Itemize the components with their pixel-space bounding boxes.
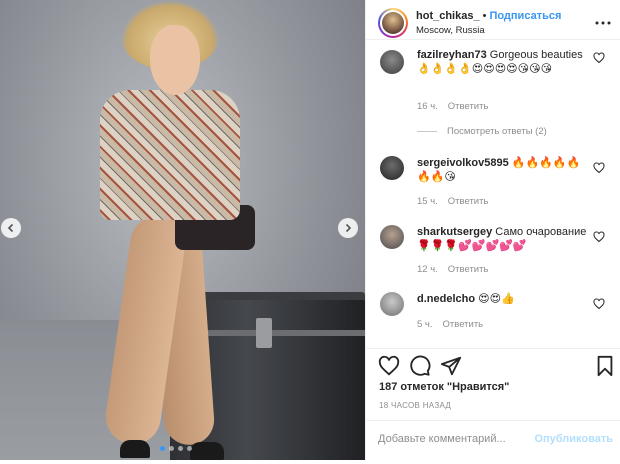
post-header: hot_chikas_ • Подписаться Moscow, Russia [366, 0, 620, 40]
reply-button[interactable]: Ответить [448, 264, 489, 275]
next-slide-button[interactable] [338, 218, 358, 238]
previous-slide-button[interactable] [1, 218, 21, 238]
like-comment-heart-icon[interactable] [593, 52, 605, 64]
like-comment-heart-icon[interactable] [593, 298, 605, 310]
post-actions [366, 348, 620, 382]
comment-meta: 12 ч. Ответить [417, 264, 498, 275]
comment-meta: 5 ч. Ответить [417, 319, 493, 330]
comment-text: sergeivolkov5895 🔥🔥🔥🔥🔥🔥🔥😘 [417, 156, 589, 184]
comment-emoji: 🌹🌹🌹💕💕💕💕💕 [417, 240, 527, 252]
chevron-left-icon [7, 223, 14, 233]
comment-emoji: 😍😍👍 [478, 293, 515, 305]
slide-dot [187, 446, 192, 451]
post-comment-button[interactable]: Опубликовать [534, 433, 613, 445]
reply-button[interactable]: Ответить [448, 196, 489, 207]
like-heart-icon[interactable] [378, 355, 400, 377]
reply-button[interactable]: Ответить [443, 319, 484, 330]
follow-button[interactable]: Подписаться [489, 10, 561, 22]
post-photo[interactable] [0, 0, 365, 460]
comment-meta: 16 ч. Ответить [417, 101, 498, 112]
more-options-icon [595, 21, 611, 25]
chevron-right-icon [345, 223, 352, 233]
comment-text: sharkutsergey Само очарование 🌹🌹🌹💕💕💕💕💕 [417, 225, 589, 253]
comment-emoji: 👌👌👌👌😍😍😍😍😘😘😘 [417, 63, 553, 75]
comment-time[interactable]: 5 ч. [417, 319, 433, 330]
comment-input[interactable] [378, 433, 528, 445]
like-comment-heart-icon[interactable] [593, 162, 605, 174]
likes-count[interactable]: 187 отметок "Нравится" [379, 381, 509, 393]
view-replies-button[interactable]: Посмотреть ответы (2) [417, 126, 547, 137]
slide-dot [169, 446, 174, 451]
photo-model-shoe [120, 440, 150, 458]
commenter-username[interactable]: sergeivolkov5895 [417, 157, 509, 169]
add-comment-bar: Опубликовать [366, 420, 620, 460]
more-options-button[interactable] [595, 12, 611, 28]
author-line: hot_chikas_ • Подписаться [416, 10, 561, 22]
commenter-username[interactable]: sharkutsergey [417, 226, 492, 238]
comment-body: Само очарование [495, 226, 587, 238]
post-sidebar: hot_chikas_ • Подписаться Moscow, Russia f… [365, 0, 620, 460]
commenter-username[interactable]: fazilreyhan73 [417, 49, 487, 61]
comment-text: d.nedelcho 😍😍👍 [417, 292, 589, 306]
comment-meta: 15 ч. Ответить [417, 196, 498, 207]
author-username[interactable]: hot_chikas_ [416, 10, 480, 22]
author-avatar[interactable] [378, 8, 408, 38]
photo-model-face [150, 25, 200, 95]
comment-bubble-icon[interactable] [409, 355, 431, 377]
commenter-avatar[interactable] [380, 292, 404, 316]
slide-indicator [160, 446, 192, 451]
post-location[interactable]: Moscow, Russia [416, 25, 485, 36]
comment-time[interactable]: 16 ч. [417, 101, 438, 112]
post-timestamp: 18 ЧАСОВ НАЗАД [379, 401, 452, 410]
commenter-avatar[interactable] [380, 156, 404, 180]
commenter-avatar[interactable] [380, 225, 404, 249]
replies-divider [417, 131, 437, 132]
reply-button[interactable]: Ответить [448, 101, 489, 112]
save-bookmark-icon[interactable] [594, 355, 616, 377]
photo-model-shoe [190, 442, 224, 460]
comment-body: Gorgeous beauties [489, 49, 583, 61]
like-comment-heart-icon[interactable] [593, 231, 605, 243]
comment-text: fazilreyhan73 Gorgeous beauties 👌👌👌👌😍😍😍😍… [417, 48, 589, 76]
slide-dot-active [160, 446, 165, 451]
author-avatar-image [382, 12, 404, 34]
commenter-avatar[interactable] [380, 50, 404, 74]
share-send-icon[interactable] [440, 355, 462, 377]
photo-case-latch [256, 318, 272, 348]
slide-dot [178, 446, 183, 451]
view-replies-label: Посмотреть ответы (2) [447, 126, 547, 137]
photo-model-shirt [100, 90, 240, 220]
comment-time[interactable]: 15 ч. [417, 196, 438, 207]
separator-dot: • [482, 10, 487, 22]
commenter-username[interactable]: d.nedelcho [417, 293, 475, 305]
comment-time[interactable]: 12 ч. [417, 264, 438, 275]
